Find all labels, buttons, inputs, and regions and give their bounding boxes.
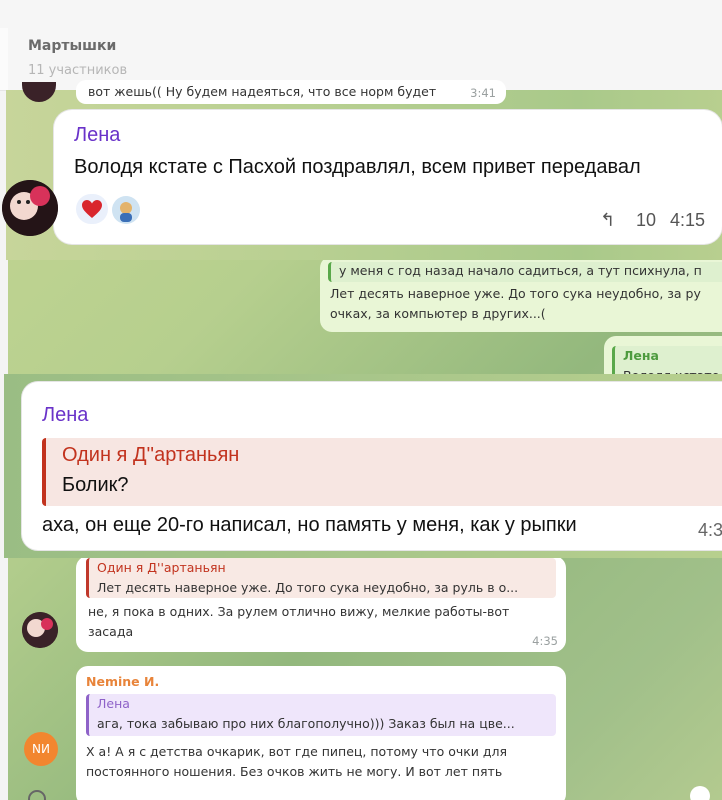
- incoming-message[interactable]: Один я Д''артаньян Лет десять наверное у…: [76, 556, 566, 652]
- message-text: Лет десять наверное уже. До того сука не…: [330, 286, 701, 301]
- members-count: 11 участников: [28, 63, 128, 78]
- quote-author: Лена: [623, 348, 659, 363]
- reaction-avatar-icon: [112, 196, 140, 224]
- heart-reaction[interactable]: [76, 194, 108, 224]
- partial-message[interactable]: вот жешь(( Ну будем надеяться, что все н…: [76, 80, 506, 104]
- zoom-panel: вот жешь(( Ну будем надеяться, что все н…: [2, 80, 722, 260]
- incoming-message[interactable]: Лена Володя кстате с Пасхой поздравлял, …: [54, 110, 722, 244]
- avatar-image-icon: [22, 612, 58, 648]
- avatar[interactable]: NИ: [24, 732, 58, 766]
- message-text: не, я пока в одних. За рулем отлично виж…: [88, 604, 510, 619]
- avatar[interactable]: [2, 180, 58, 236]
- message-text: очках, за компьютер в других...(: [330, 306, 546, 321]
- incoming-message[interactable]: Лена Один я Д''артаньян Болик? аха, он е…: [22, 382, 722, 550]
- search-icon[interactable]: [28, 790, 46, 800]
- message-text: Володя кстате с Пасхой поздравлял, всем …: [74, 156, 641, 178]
- heart-icon: [82, 200, 102, 218]
- message-text: засада: [88, 624, 134, 639]
- incoming-message[interactable]: Nemine И. Лена ага, тока забываю про них…: [76, 666, 566, 800]
- outgoing-message[interactable]: у меня с год назад начало садиться, а ту…: [320, 256, 722, 332]
- sender-name[interactable]: Nemine И.: [86, 672, 159, 692]
- message-text: аха, он еще 20-го написал, но память у м…: [42, 514, 577, 536]
- quoted-text: Болик?: [62, 474, 129, 496]
- reply-quote[interactable]: у меня с год назад начало садиться, а ту…: [328, 262, 722, 282]
- scroll-down-icon[interactable]: [690, 786, 710, 800]
- quote-author: Лена: [97, 696, 130, 711]
- message-text: постоянного ношения. Без очков жить не м…: [86, 764, 503, 779]
- reply-arrow-icon[interactable]: ↰: [600, 210, 615, 231]
- reply-quote[interactable]: Один я Д''артаньян Болик?: [42, 438, 722, 506]
- quote-author: Один я Д''артаньян: [62, 444, 240, 466]
- message-time: 4:15: [670, 210, 706, 230]
- reply-quote[interactable]: Один я Д''артаньян Лет десять наверное у…: [86, 558, 556, 598]
- quoted-text: ага, тока забываю про них благополучно))…: [97, 716, 515, 731]
- reaction-avatar[interactable]: [112, 196, 140, 224]
- avatar-top[interactable]: [22, 82, 56, 102]
- sender-name[interactable]: Лена: [74, 124, 120, 147]
- sender-name[interactable]: Лена: [42, 404, 88, 427]
- chat-header[interactable]: Мартышки 11 участников: [0, 0, 722, 91]
- quote-author: Один я Д''артаньян: [97, 560, 226, 575]
- avatar-image-icon: [2, 180, 58, 236]
- zoom-panel: Лена Один я Д''артаньян Болик? аха, он е…: [4, 374, 722, 558]
- message-time: 4:3: [698, 520, 722, 540]
- header-edge: [0, 28, 8, 90]
- quoted-text: Лет десять наверное уже. До того сука не…: [97, 580, 519, 595]
- avatar-initials: NИ: [32, 742, 50, 756]
- avatar[interactable]: [22, 612, 58, 648]
- message-time: 4:35: [532, 634, 558, 648]
- reply-quote[interactable]: Лена ага, тока забываю про них благополу…: [86, 694, 556, 736]
- quoted-text: у меня с год назад начало садиться, а ту…: [339, 263, 702, 278]
- message-time: 3:41: [470, 86, 496, 100]
- reply-count[interactable]: 10: [636, 210, 656, 231]
- message-text: вот жешь(( Ну будем надеяться, что все н…: [88, 84, 437, 99]
- message-text: Х а! А я с детства очкарик, вот где пипе…: [86, 744, 508, 759]
- chat-title[interactable]: Мартышки: [28, 38, 116, 54]
